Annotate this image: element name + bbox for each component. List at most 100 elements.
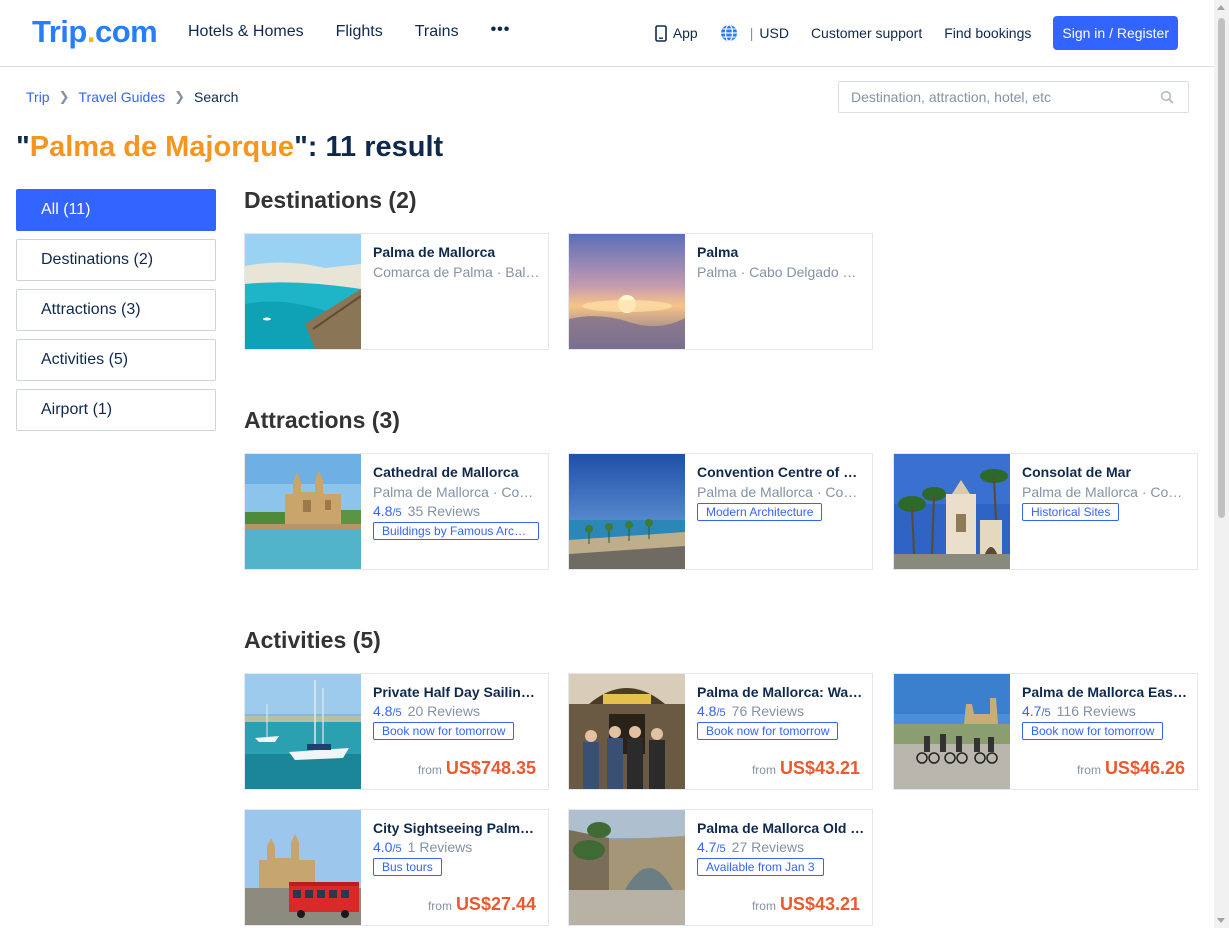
attraction-photo-cathedral [245, 454, 361, 569]
filter-airport[interactable]: Airport (1) [16, 389, 216, 431]
card-rating: 4.7/5 27 Reviews [697, 839, 865, 855]
availability-tag: Book now for tomorrow [697, 722, 839, 740]
filter-activities[interactable]: Activities (5) [16, 339, 216, 381]
search-icon[interactable] [1160, 90, 1174, 104]
scrollbar-thumb[interactable] [1218, 18, 1225, 518]
price-from-label: from [417, 763, 442, 777]
breadcrumb-travel-guides[interactable]: Travel Guides [79, 89, 166, 105]
attraction-card[interactable]: Consolat de Mar Palma de Mallorca · Coma… [893, 453, 1198, 570]
activity-photo-sailing [245, 674, 361, 789]
scroll-up-arrow-icon[interactable] [1217, 5, 1225, 10]
rating-out-of: /5 [392, 507, 402, 519]
card-rating: 4.8/5 20 Reviews [373, 703, 541, 719]
customer-support-link[interactable]: Customer support [811, 16, 922, 50]
card-price: from US$748.35 [418, 758, 536, 779]
card-name: Private Half Day Sailing Tour [373, 684, 541, 700]
card-location: Palma de Mallorca · Comarca de Palma [697, 484, 865, 500]
sign-in-register-button[interactable]: Sign in / Register [1053, 16, 1178, 50]
rating-out-of: /5 [392, 707, 402, 719]
activity-card[interactable]: Palma de Mallorca Easy Bike Tour 4.7/5 11… [893, 673, 1198, 790]
card-rating: 4.8/5 76 Reviews [697, 703, 865, 719]
page-scrollbar[interactable] [1214, 0, 1229, 928]
card-info: Private Half Day Sailing Tour 4.8/5 20 Re… [373, 684, 541, 745]
chevron-right-icon: ❯ [174, 89, 186, 104]
activity-photo-bike-tour [894, 674, 1010, 789]
card-info: Palma Palma · Cabo Delgado Province [697, 244, 865, 280]
filter-all[interactable]: All (11) [16, 189, 216, 231]
main-nav: Hotels & Homes Flights Trains ••• [188, 21, 511, 41]
rating-score: 4.0 [373, 839, 393, 855]
card-price: from US$46.26 [1077, 758, 1185, 779]
card-name: Palma de Mallorca Old Town Tour [697, 820, 865, 836]
destination-card[interactable]: Palma Palma · Cabo Delgado Province [568, 233, 873, 350]
card-info: Convention Centre of Palma Palma de Mall… [697, 464, 865, 526]
activity-photo-sightseeing-bus [245, 810, 361, 925]
activity-card[interactable]: City Sightseeing Palma Hop-On Hop-Off 4.… [244, 809, 549, 926]
breadcrumb-trip[interactable]: Trip [26, 89, 50, 105]
card-info: Cathedral de Mallorca Palma de Mallorca … [373, 464, 541, 545]
activity-card[interactable]: Palma de Mallorca Old Town Tour 4.7/5 27 … [568, 809, 873, 926]
card-info: Consolat de Mar Palma de Mallorca · Coma… [1022, 464, 1190, 526]
activity-photo-old-town [569, 810, 685, 925]
price-from-label: from [751, 763, 776, 777]
activity-card[interactable]: Private Half Day Sailing Tour 4.8/5 20 Re… [244, 673, 549, 790]
price-from-label: from [427, 899, 452, 913]
card-info: Palma de Mallorca Old Town Tour 4.7/5 27 … [697, 820, 865, 881]
card-location: Comarca de Palma · Balearic Islands [373, 264, 541, 280]
price-amount: US$46.26 [1104, 758, 1185, 778]
review-count: 27 Reviews [731, 839, 805, 855]
search-input[interactable]: Destination, attraction, hotel, etc [838, 81, 1189, 113]
rating-score: 4.8 [697, 703, 717, 719]
rating-out-of: /5 [392, 843, 402, 855]
card-name: Convention Centre of Palma [697, 464, 865, 480]
header-right-nav: App | USD Customer support Find bookings… [655, 16, 1178, 50]
nav-more-button[interactable]: ••• [491, 21, 511, 39]
price-amount: US$27.44 [455, 894, 536, 914]
availability-tag: Book now for tomorrow [1022, 722, 1164, 740]
filter-attractions[interactable]: Attractions (3) [16, 289, 216, 331]
logo-text: Trip [32, 14, 87, 49]
page-title: "Palma de Majorque": 11 result [16, 131, 443, 164]
destination-card[interactable]: Palma de Mallorca Comarca de Palma · Bal… [244, 233, 549, 350]
review-count: 35 Reviews [407, 503, 481, 519]
card-name: Cathedral de Mallorca [373, 464, 519, 480]
availability-tag: Available from Jan 3 [697, 858, 824, 876]
category-tag: Historical Sites [1022, 503, 1120, 521]
card-info: Palma de Mallorca: Walking Tour 4.8/5 76 … [697, 684, 865, 745]
availability-tag: Book now for tomorrow [373, 722, 515, 740]
card-location: Palma de Mallorca · Comarca de Palma [373, 484, 541, 500]
rating-score: 4.7 [1022, 703, 1042, 719]
activity-card[interactable]: Palma de Mallorca: Walking Tour 4.8/5 76 … [568, 673, 873, 790]
breadcrumb: Trip ❯ Travel Guides ❯ Search [26, 89, 238, 105]
rating-out-of: /5 [716, 843, 726, 855]
search-placeholder: Destination, attraction, hotel, etc [851, 89, 1051, 105]
filter-destinations[interactable]: Destinations (2) [16, 239, 216, 281]
category-tag: Modern Architecture [697, 503, 823, 521]
review-count: 76 Reviews [731, 703, 805, 719]
breadcrumb-current: Search [194, 89, 239, 105]
card-name: Palma de Mallorca: Walking Tour [697, 684, 865, 700]
attraction-card[interactable]: Convention Centre of Palma Palma de Mall… [568, 453, 873, 570]
phone-icon [655, 24, 667, 42]
search-query-text: Palma de Majorque [29, 131, 295, 163]
card-price: from US$27.44 [428, 894, 536, 915]
price-amount: US$43.21 [779, 894, 860, 914]
nav-hotels-homes[interactable]: Hotels & Homes [188, 23, 304, 41]
nav-trains[interactable]: Trains [415, 23, 459, 41]
review-count: 116 Reviews [1056, 703, 1136, 719]
scroll-down-arrow-icon[interactable] [1217, 918, 1225, 923]
card-location: Palma de Mallorca · Comarca de Palma [1022, 484, 1190, 500]
price-amount: US$748.35 [445, 758, 536, 778]
globe-icon [720, 24, 737, 42]
attraction-card[interactable]: Cathedral de Mallorca Palma de Mallorca … [244, 453, 549, 570]
logo-dot: . [86, 14, 96, 49]
section-title-attractions: Attractions (3) [244, 407, 400, 433]
currency-selector[interactable]: | USD [720, 16, 789, 50]
find-bookings-link[interactable]: Find bookings [944, 16, 1031, 50]
app-download-link[interactable]: App [655, 16, 698, 50]
nav-flights[interactable]: Flights [336, 23, 383, 41]
trip-logo[interactable]: Trip.com [32, 14, 158, 50]
currency-divider: | [749, 25, 754, 41]
card-rating: 4.0/5 1 Reviews [373, 839, 541, 855]
rating-score: 4.8 [373, 503, 393, 519]
